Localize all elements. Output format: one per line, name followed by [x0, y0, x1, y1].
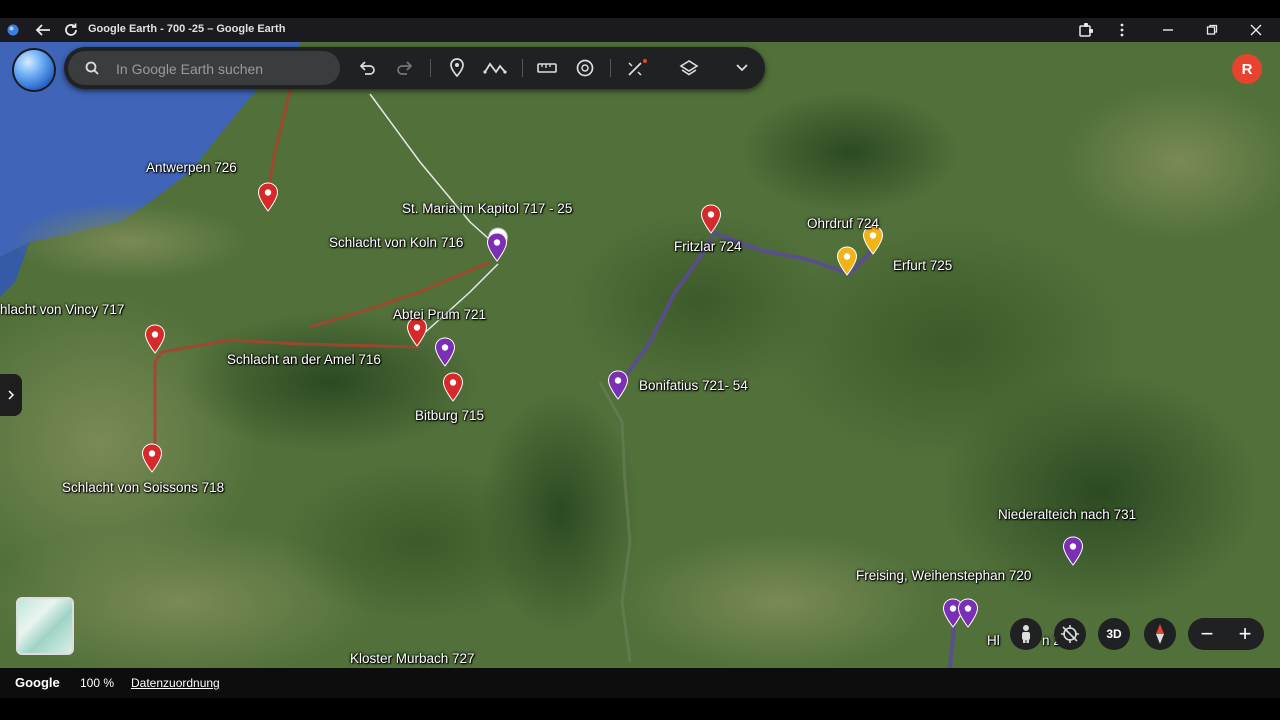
label-freising: Freising, Weihenstephan 720: [856, 568, 1032, 583]
close-icon[interactable]: [1244, 18, 1268, 42]
placemark-niederalteich[interactable]: [1062, 536, 1084, 566]
reload-icon[interactable]: [58, 18, 84, 42]
label-vincy: hlacht von Vincy 717: [0, 302, 125, 317]
redo-icon[interactable]: [388, 47, 422, 89]
map-style-thumbnail[interactable]: [16, 597, 74, 655]
back-icon[interactable]: [30, 18, 56, 42]
placemark-antwerpen[interactable]: [257, 182, 279, 212]
placemark-vincy[interactable]: [144, 324, 166, 354]
chevron-right-icon: [8, 390, 15, 400]
label-murbach: Kloster Murbach 727: [350, 651, 475, 666]
puzzle-icon[interactable]: [1074, 18, 1098, 42]
ruler-icon[interactable]: [530, 47, 564, 89]
restore-icon[interactable]: [1200, 18, 1224, 42]
placemark-weihenstephan[interactable]: [957, 598, 979, 628]
placemark-erfurt[interactable]: [836, 246, 858, 276]
path-icon[interactable]: [478, 47, 512, 89]
label-amel: Schlacht an der Amel 716: [227, 352, 381, 367]
placemark-bonifatius[interactable]: [607, 370, 629, 400]
label-ohrdruf: Ohrdruf 724: [807, 216, 880, 231]
search-box[interactable]: [68, 51, 340, 87]
minimize-icon[interactable]: [1156, 18, 1180, 42]
label-prum: Abtei Prum 721: [393, 307, 487, 322]
map-terrain: [0, 42, 1280, 668]
side-panel-toggle[interactable]: [0, 374, 22, 416]
earth-toolbar: [64, 47, 765, 89]
avatar[interactable]: R: [1232, 54, 1262, 84]
label-bitburg: Bitburg 715: [415, 408, 485, 423]
google-earth-logo[interactable]: [14, 50, 54, 90]
placemark-bitburg[interactable]: [442, 372, 464, 402]
label-bonifatius: Bonifatius 721- 54: [639, 378, 748, 393]
label-st-maria: St. Maria im Kapitol 717 - 25: [402, 201, 573, 216]
toolbar-divider: [610, 59, 611, 77]
chevron-down-icon[interactable]: [725, 47, 759, 89]
label-partial-hl: Hl: [987, 633, 1000, 648]
zoom-control: − +: [1188, 618, 1264, 650]
label-soissons: Schlacht von Soissons 718: [62, 480, 225, 495]
compass-icon[interactable]: [1144, 618, 1176, 650]
layers-icon[interactable]: [672, 47, 706, 89]
label-fritzlar: Fritzlar 724: [674, 239, 742, 254]
placemark-koln[interactable]: [486, 232, 508, 262]
magic-wand-icon[interactable]: [620, 47, 654, 89]
attribution-link[interactable]: Datenzuordnung: [131, 676, 220, 690]
placemark-soissons[interactable]: [141, 443, 163, 473]
window-title: Google Earth - 700 -25 – Google Earth: [88, 23, 286, 35]
app-icon: [4, 18, 22, 42]
search-input[interactable]: [114, 51, 333, 87]
placemark-fritzlar[interactable]: [700, 204, 722, 234]
zoom-in-button[interactable]: +: [1226, 618, 1264, 650]
toggle-3d-button[interactable]: 3D: [1098, 618, 1130, 650]
label-niederalteich: Niederalteich nach 731: [998, 507, 1137, 522]
placemark-icon[interactable]: [440, 47, 474, 89]
kebab-menu-icon[interactable]: [1112, 18, 1132, 42]
satellite-map[interactable]: Antwerpen 726 St. Maria im Kapitol 717 -…: [0, 42, 1280, 668]
placemark-amel[interactable]: [434, 337, 456, 367]
search-icon: [85, 61, 99, 75]
window-titlebar: Google Earth - 700 -25 – Google Earth: [0, 18, 1280, 42]
pegman-icon[interactable]: [1010, 618, 1042, 650]
label-antwerpen: Antwerpen 726: [146, 160, 237, 175]
toolbar-divider: [430, 59, 431, 77]
zoom-out-button[interactable]: −: [1188, 618, 1226, 650]
history-icon[interactable]: [568, 47, 602, 89]
zoom-level: 100 %: [80, 676, 115, 690]
location-off-icon[interactable]: [1054, 618, 1086, 650]
google-logo: Google: [15, 675, 60, 690]
label-erfurt: Erfurt 725: [893, 258, 953, 273]
toolbar-divider: [522, 59, 523, 77]
status-bar: Google 100 % Datenzuordnung: [0, 668, 1280, 698]
undo-icon[interactable]: [350, 47, 384, 89]
label-koln: Schlacht von Koln 716: [329, 235, 464, 250]
